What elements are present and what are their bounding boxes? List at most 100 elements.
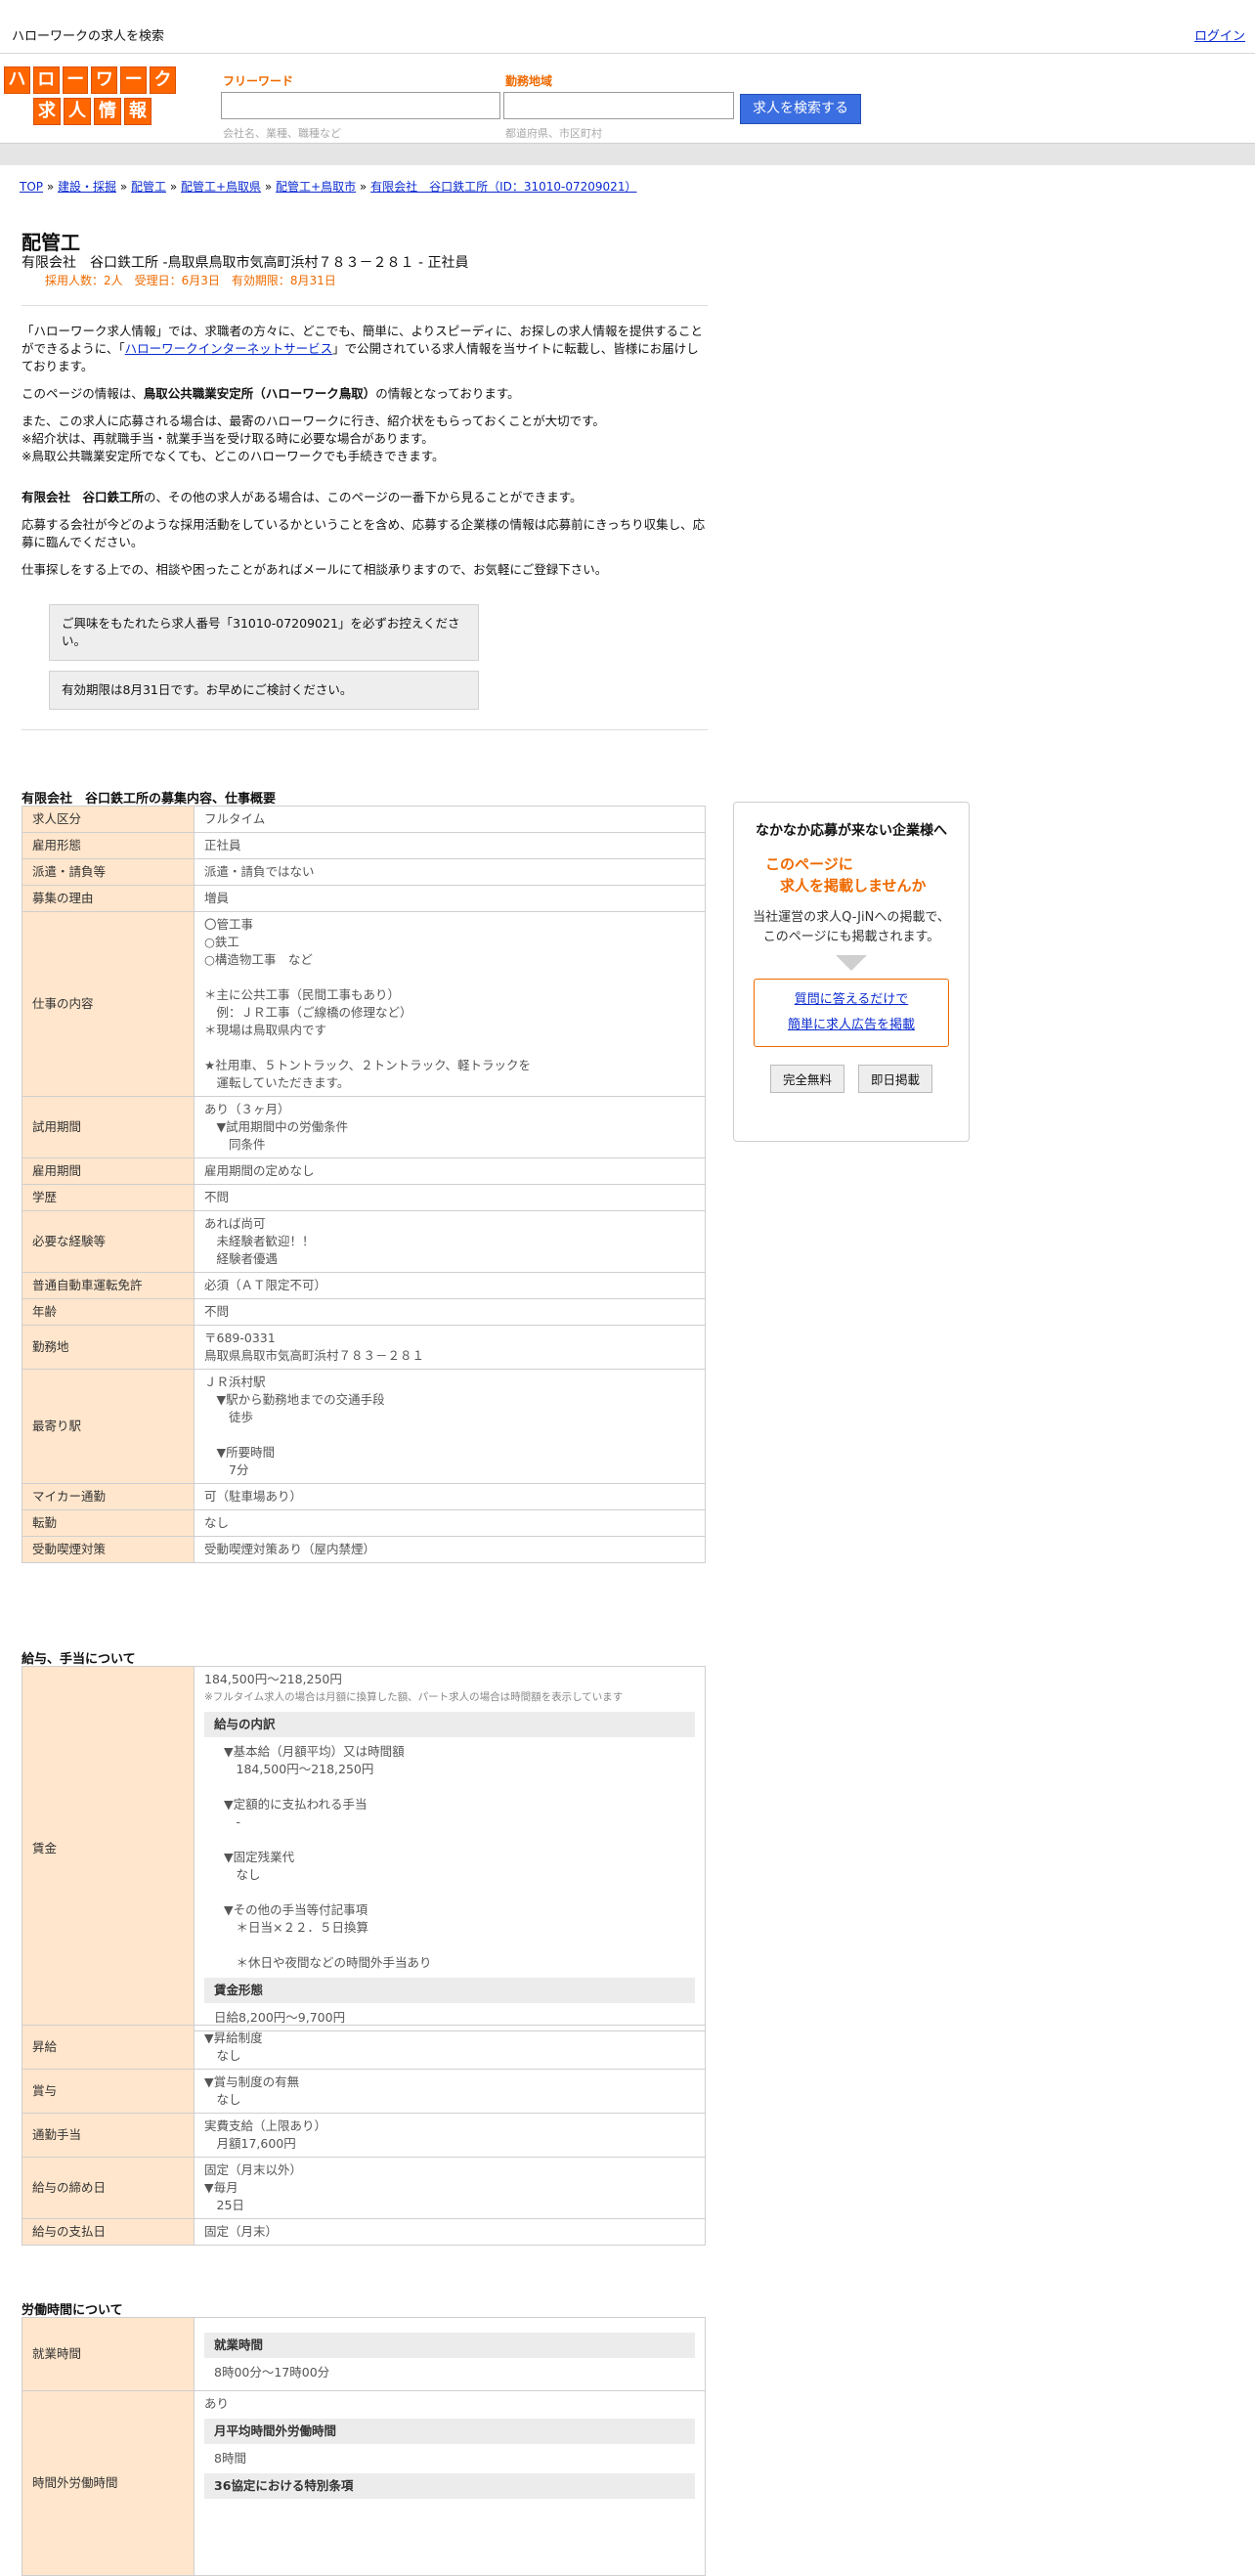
free-button[interactable]: 完全無料 [769,1065,844,1093]
breadcrumb-job-pref[interactable]: 配管工+鳥取県 [181,180,261,194]
job-meta: 採用人数：2人 受理日：6月3日 有効期限：8月31日 [45,274,336,287]
value-line: 実費支給（上限あり） [204,2118,327,2133]
value-line [204,1426,695,1444]
wage-cell: 184,500円〜218,250円 ※フルタイム求人の場合は月額に換算した額、パ… [194,1666,706,2031]
table-row: 賞与 ▼賞与制度の有無 なし [22,2069,706,2114]
logo-char: 報 [124,98,151,125]
ad-link-post[interactable]: 簡単に求人広告を掲載 [788,1018,915,1032]
value-line: ▼試用期間中の労働条件 [204,1119,349,1134]
row-value: 不問 [194,1184,706,1211]
intro-text: の、その他の求人がある場合は、このページの一番下から見ることができます。 [144,490,583,504]
freeword-label: フリーワード [223,74,294,88]
breadcrumb-top[interactable]: TOP [20,180,43,194]
row-value: 雇用期間の定めなし [194,1157,706,1185]
row-header: 最寄り駅 [22,1369,195,1484]
sub-heading: 36協定における特別条項 [204,2473,695,2499]
intro-text: の情報となっております。 [375,386,520,401]
row-header: 雇用形態 [22,832,195,859]
intro-text: また、この求人に応募される場合は、最寄のハローワークに行き、紹介状をもらっておく… [22,414,605,428]
row-header: 募集の理由 [22,885,195,912]
breadcrumb-company[interactable]: 有限会社 谷口鉄工所（ID：31010-07209021） [370,180,636,194]
row-value: ▼昇給制度 なし [194,2025,706,2070]
wage-line: ▼その他の手当等付記事項 [224,1902,368,1917]
value-line: ▼昇給制度 [204,2030,263,2045]
intro-paragraph-6: 仕事探しをする上での、相談や困ったことがあればメールにて相談承りますので、お気軽… [22,562,608,577]
value-line: 派遣・請負ではない [204,864,315,879]
wage-breakdown: ▼基本給（月額平均）又は時間額 184,500円〜218,250円 ▼定額的に支払… [204,1743,695,1972]
logo-char: ワ [91,66,118,94]
value-line [204,969,695,986]
table-row: 勤務地 〒689-0331 鳥取県鳥取市気高町浜村７８３－２８１ [22,1325,706,1370]
row-value: 〒689-0331 鳥取県鳥取市気高町浜村７８３－２８１ [194,1325,706,1370]
ad-orange-line-2: 求人を掲載しませんか [765,877,927,895]
wage-line: ▼固定残業代 [224,1850,295,1864]
breadcrumb-job[interactable]: 配管工 [131,180,166,194]
value-line: 可（駐車場あり） [204,1489,303,1504]
freeword-input[interactable] [221,92,500,119]
search-button[interactable]: 求人を検索する [740,94,861,124]
value-line: あれば尚可 [204,1216,266,1231]
table-row: 転勤 なし [22,1509,706,1537]
row-value: 可（駐車場あり） [194,1483,706,1510]
row-value: 固定（月末以外） ▼毎月 25日 [194,2157,706,2219]
table-row: 仕事の内容 〇管工事 ○鉄工 ○構造物工事 など ＊主に公共工事（民間工事もあり） 例：… [22,911,706,1097]
row-header: 賞与 [22,2069,195,2114]
row-value: 固定（月末） [194,2218,706,2246]
row-value: 不問 [194,1298,706,1326]
header-divider [0,143,1255,165]
breadcrumb-category[interactable]: 建設・採掘 [58,180,116,194]
value-line: なし [204,1515,230,1530]
table-row: 雇用期間 雇用期間の定めなし [22,1157,706,1185]
value-line: 〇管工事 [204,917,254,932]
overtime-value: あり [204,2396,230,2411]
top-bar: ハローワークの求人を検索 ログイン [0,0,1255,54]
logo-char: ロ [32,66,60,94]
ad-text-line: このページにも掲載されます。 [762,930,940,944]
value-line: 鳥取県鳥取市気高町浜村７８３－２８１ [204,1348,425,1363]
row-header: 仕事の内容 [22,911,195,1097]
value-line: 運転していただきます。 [204,1075,350,1090]
wage-line: ＊日当×２２．５日換算 [224,1920,368,1935]
hellowork-logo[interactable]: ハローワーク 求人情報 [4,66,176,129]
row-header: 雇用期間 [22,1157,195,1185]
section-title-working-hours: 労働時間について [22,2303,123,2318]
area-input[interactable] [503,92,734,119]
same-day-button[interactable]: 即日掲載 [858,1065,933,1093]
row-value: 派遣・請負ではない [194,858,706,886]
notice-deadline: 有効期限は8月31日です。お早めにご検討ください。 [49,671,479,710]
logo-char: ハ [4,66,30,94]
ad-link-box: 質問に答えるだけで 簡単に求人広告を掲載 [754,979,949,1047]
value-line: ▼所要時間 [204,1445,276,1460]
ad-text-line: 当社運営の求人Q-JiNへの掲載で、 [753,910,950,925]
table-row: 通勤手当 実費支給（上限あり） 月額17,600円 [22,2113,706,2158]
breadcrumb-job-city[interactable]: 配管工+鳥取市 [276,180,356,194]
logo-char: ー [120,66,148,94]
value-line: ▼駅から勤務地までの交通手段 [204,1392,385,1407]
site-title: ハローワークの求人を検索 [12,29,165,44]
row-header: 年齢 [22,1298,195,1326]
table-row: 年齢 不問 [22,1298,706,1326]
arrow-down-icon [836,955,867,971]
divider [22,305,708,306]
value-line: 25日 [204,2198,244,2212]
login-link[interactable]: ログイン [1194,25,1245,44]
ad-link-question[interactable]: 質問に答えるだけで [795,992,909,1007]
table-row: 必要な経験等 あれば尚可 未経験者歓迎！！ 経験者優遇 [22,1210,706,1273]
hellowork-internet-link[interactable]: ハローワークインターネットサービス [125,341,333,356]
wage-line [224,1884,695,1901]
value-line: 不問 [204,1304,230,1319]
table-row: マイカー通勤 可（駐車場あり） [22,1483,706,1510]
row-value: 正社員 [194,832,706,859]
section-title-job-overview: 有限会社 谷口鉄工所の募集内容、仕事概要 [22,792,277,807]
area-label: 勤務地域 [505,74,553,88]
value-line: ▼賞与制度の有無 [204,2074,300,2089]
working-hours-table: 就業時間 就業時間 8時00分〜17時00分 時間外労働時間 あり 月平均時間外… [22,2317,706,2576]
value-line: 徒歩 [204,1410,254,1424]
logo-char: ク [150,66,176,94]
intro-paragraph-4: 有限会社 谷口鉄工所の、その他の求人がある場合は、このページの一番下から見ること… [22,489,708,506]
value-line: 増員 [204,891,230,905]
table-row: 求人区分 フルタイム [22,806,706,833]
row-value: 〇管工事 ○鉄工 ○構造物工事 など ＊主に公共工事（民間工事もあり） 例：ＪＲ工事（… [194,911,706,1097]
freeword-hint: 会社名、業種、職種など [223,127,341,140]
wage-line: ▼定額的に支払われる手当 [224,1797,368,1812]
